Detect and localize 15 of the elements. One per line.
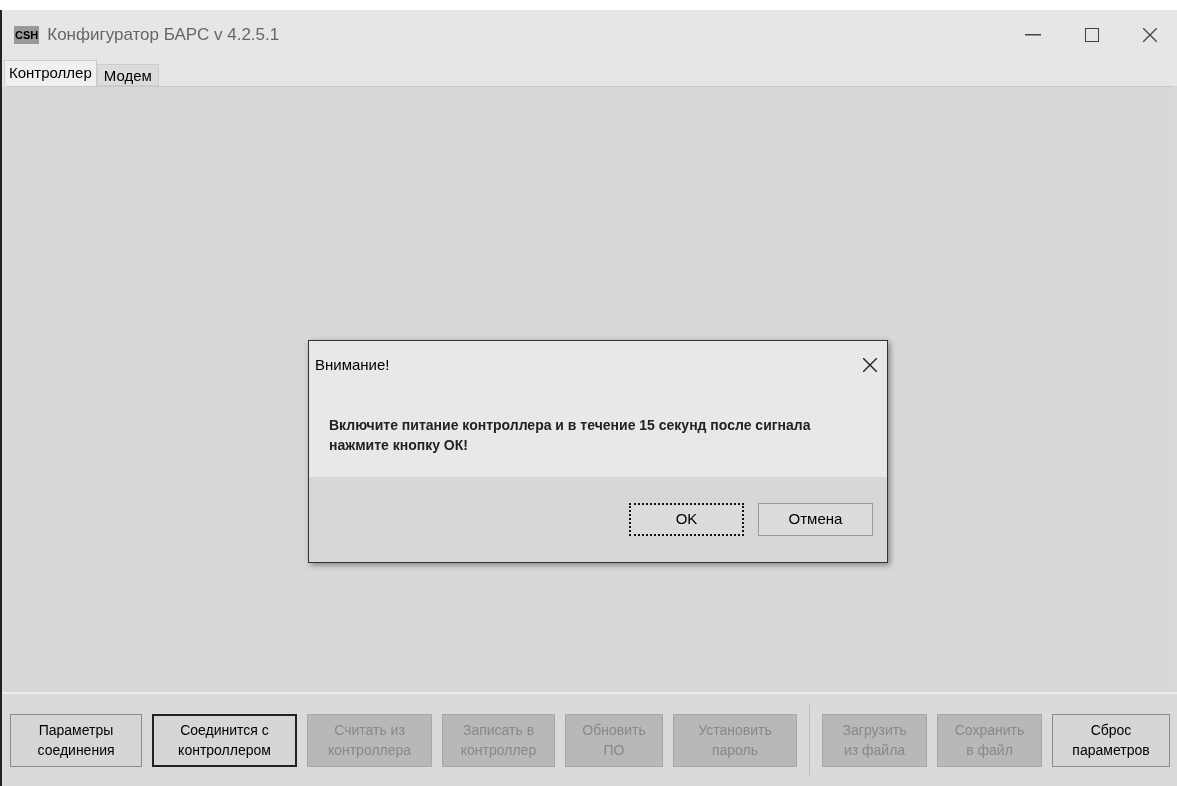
dialog-message: Включите питание контроллера и в течение 15 секунд после сигнала нажмите кнопку ОК! xyxy=(328,416,812,455)
tab[interactable]: Модем xyxy=(96,64,159,86)
minimize-icon[interactable] xyxy=(1025,34,1041,36)
toolbar-button[interactable]: Соединится с контроллером xyxy=(152,713,297,767)
toolbar-button[interactable]: Параметры соединения xyxy=(10,713,142,767)
close-icon[interactable] xyxy=(1143,28,1157,42)
window-title: Конфигуратор БАРС v 4.2.5.1 xyxy=(47,24,280,47)
toolbar-button[interactable]: Сброс параметров xyxy=(1052,713,1170,767)
tab[interactable]: Контроллер xyxy=(4,60,97,86)
maximize-icon[interactable] xyxy=(1085,28,1099,42)
app-logo: CSH xyxy=(14,26,40,44)
dialog-button[interactable]: OK xyxy=(629,503,744,536)
dialog-title: Внимание! xyxy=(315,354,390,375)
dialog-button[interactable]: Отмена xyxy=(758,503,873,536)
close-icon[interactable] xyxy=(863,358,877,372)
